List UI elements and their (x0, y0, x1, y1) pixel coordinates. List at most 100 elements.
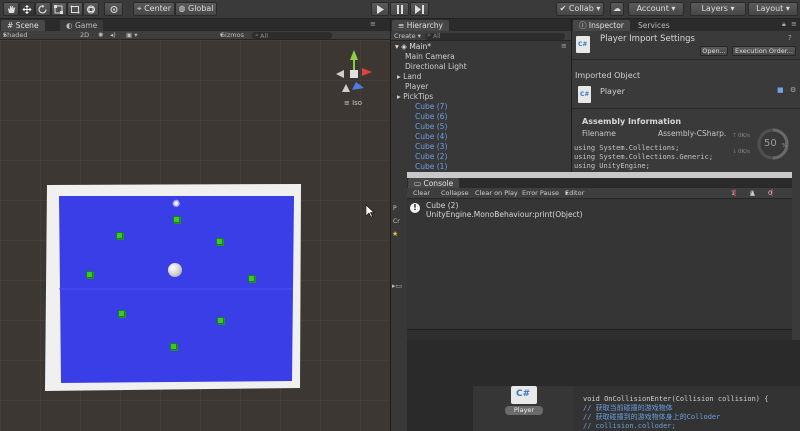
tab-game[interactable]: ◐ Game (60, 20, 104, 31)
player-asset-label[interactable]: Player (505, 406, 543, 415)
log-message-line2: UnityEngine.MonoBehaviour:print(Object) (426, 210, 583, 219)
cube-object[interactable] (173, 216, 180, 223)
filename-value: Assembly-CSharp. (658, 129, 727, 138)
hierarchy-item[interactable]: Directional Light (391, 62, 571, 72)
project-create[interactable]: Cr (393, 218, 400, 225)
csharp-icon-text: C# (578, 41, 588, 48)
console-clear-button[interactable]: Clear (413, 188, 430, 199)
cube-object[interactable] (248, 275, 255, 282)
hand-icon (8, 6, 15, 13)
account-dropdown[interactable]: Account ▾ (628, 2, 684, 16)
code-comment-line: // 获取当前碰撞的游戏物体 (583, 404, 673, 412)
orientation-gizmo[interactable] (332, 48, 376, 100)
hierarchy-item[interactable]: Cube (4) (391, 132, 571, 142)
hierarchy-item-label: Cube (5) (415, 122, 448, 131)
hierarchy-item[interactable]: Player (391, 82, 571, 92)
download-speed-arrow-icon: ↓ (732, 148, 738, 155)
collab-dropdown[interactable]: ✔ Collab ▾ (556, 2, 604, 16)
cube-object[interactable] (118, 310, 125, 317)
scene-effects-icon[interactable]: ▣ ▾ (126, 31, 137, 40)
gizmo-toggle-button[interactable] (104, 2, 123, 16)
hierarchy-create-dropdown[interactable]: Create ▾ (394, 31, 421, 41)
hierarchy-item[interactable]: Main Camera (391, 52, 571, 62)
open-button[interactable]: Open... (700, 46, 728, 56)
tab-services[interactable]: Services (632, 20, 676, 31)
console-editor-dropdown[interactable]: Editor ▾ (565, 188, 584, 199)
play-button[interactable] (371, 2, 389, 16)
hierarchy-item[interactable]: Cube (1) (391, 162, 571, 172)
tab-scene[interactable]: # Scene (1, 20, 45, 31)
land-plane[interactable] (44, 183, 304, 393)
help-icon[interactable]: ? (788, 34, 792, 42)
execution-order-button[interactable]: Execution Order... (732, 46, 796, 56)
assets-folder-icon[interactable]: ▸▭ (392, 282, 402, 290)
shading-mode-dropdown[interactable]: Shaded ▾ (3, 31, 27, 40)
step-button[interactable] (410, 2, 429, 16)
scale-tool-button[interactable] (51, 2, 67, 16)
globe-icon: ◍ (178, 4, 186, 13)
cube-object[interactable] (116, 232, 123, 239)
layers-dropdown[interactable]: Layers ▾ (690, 2, 746, 16)
hierarchy-item[interactable]: Cube (7) (391, 102, 571, 112)
cloud-button[interactable]: ☁ (610, 2, 624, 16)
scene-viewport[interactable]: ≡ Iso ✺ (0, 40, 390, 431)
hierarchy-item-label: Player (405, 82, 429, 91)
space-global-toggle[interactable]: ◍ Global (175, 2, 217, 16)
scene-menu-icon[interactable]: ≡ (561, 42, 567, 50)
console-detail-pane (407, 329, 792, 340)
account-label: Account (636, 4, 669, 13)
hierarchy-create-label: Create (394, 32, 416, 40)
lock-icon[interactable]: 🔒︎ (782, 20, 786, 29)
rotate-tool-button[interactable] (35, 2, 51, 16)
gizmo-y-cone (350, 50, 358, 60)
hand-tool-button[interactable] (3, 2, 19, 16)
component-book-icon[interactable]: ■ (777, 86, 784, 94)
rect-tool-button[interactable] (67, 2, 83, 16)
cube-object[interactable] (170, 343, 177, 350)
pause-button[interactable] (390, 2, 409, 16)
pivot-center-toggle[interactable]: ⌖ Center (133, 2, 175, 16)
warning-count: 0 (750, 189, 755, 197)
gizmos-dropdown[interactable]: Gizmos ▾ (220, 31, 244, 40)
tab-menu-icon[interactable]: ≡ (370, 20, 376, 28)
toggle-2d-button[interactable]: 2D (80, 31, 89, 40)
projection-label[interactable]: ≡ Iso (344, 99, 362, 107)
hierarchy-search-input[interactable]: All (425, 33, 565, 40)
console-scrollbar[interactable] (792, 172, 800, 340)
console-error-pause-button[interactable]: Error Pause (522, 188, 559, 199)
unity-scene-icon: ◈ (401, 42, 407, 51)
player-asset-icon[interactable]: C# (511, 386, 537, 404)
hierarchy-scene-row[interactable]: ▾ ◈ Main* (391, 42, 571, 52)
console-clear-on-play-button[interactable]: Clear on Play (475, 188, 518, 199)
console-log-entry[interactable]: ! Cube (2) UnityEngine.MonoBehaviour:pri… (407, 199, 792, 221)
progress-percent: 50 (764, 138, 777, 149)
scene-audio-icon[interactable]: ◂) (110, 31, 116, 40)
player-sphere[interactable] (168, 263, 182, 277)
cube-object[interactable] (86, 271, 93, 278)
component-gear-icon[interactable]: ⚙ (790, 86, 796, 94)
scene-search-input[interactable]: All (252, 32, 332, 40)
hierarchy-item[interactable]: Cube (3) (391, 142, 571, 152)
hierarchy-item[interactable]: Cube (6) (391, 112, 571, 122)
directional-light-icon[interactable]: ✺ (172, 199, 180, 210)
favorites-star-icon[interactable]: ★ (392, 230, 398, 238)
hierarchy-item[interactable]: Cube (2) (391, 152, 571, 162)
hierarchy-item[interactable]: Cube (5) (391, 122, 571, 132)
tab-hierarchy[interactable]: ≡ Hierarchy (392, 20, 449, 31)
tab-menu-icon[interactable]: ≡ (791, 20, 797, 28)
code-comment-line: // 获取碰撞到的游戏物体身上的Colloder (583, 413, 721, 421)
project-tab[interactable]: P (393, 205, 397, 212)
cube-object[interactable] (216, 238, 223, 245)
scene-lighting-icon[interactable]: ✺ (98, 31, 103, 40)
tab-inspector[interactable]: ⓘ Inspector (573, 20, 630, 31)
layout-dropdown[interactable]: Layout ▾ (748, 2, 798, 16)
chevron-down-icon: ▾ (671, 4, 676, 13)
console-collapse-button[interactable]: Collapse (441, 188, 469, 199)
rotate-icon (38, 5, 47, 14)
console-tab-bar: ▭ Console (407, 178, 792, 189)
transform-tool-button[interactable] (83, 2, 99, 16)
hierarchy-item[interactable]: ▸ PickTips (391, 92, 571, 102)
cube-object[interactable] (217, 317, 224, 324)
move-tool-button[interactable] (19, 2, 35, 16)
hierarchy-item[interactable]: ▸ Land (391, 72, 571, 82)
